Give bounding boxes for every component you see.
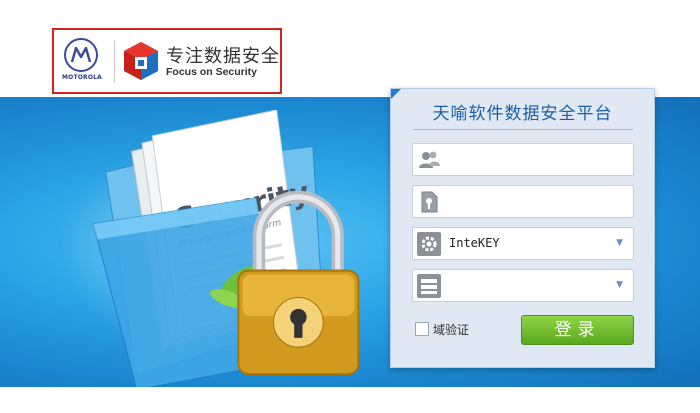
password-input[interactable] [447,191,627,213]
chevron-down-icon[interactable]: ▼ [616,238,623,248]
login-page: MOTOROLA 专注数据安全 Focus on Security Platfo… [0,0,700,413]
login-title: 天喻软件数据安全平台 [432,104,613,124]
panel-corner [391,89,401,99]
title-divider [413,129,633,130]
server-icon [417,274,441,298]
chevron-down-icon[interactable]: ▼ [616,280,623,290]
motorola-logo-icon [64,38,98,72]
username-field[interactable] [412,143,634,176]
security-illustration: Security Management Platform [92,110,360,391]
header: MOTOROLA 专注数据安全 Focus on Security [0,0,700,97]
login-button[interactable]: 登录 [521,315,634,345]
server-select[interactable]: ▼ [412,269,634,302]
gear-icon [417,232,441,256]
motorola-wordmark: MOTOROLA [61,74,103,81]
auth-method-value: InteKEY [449,236,500,250]
brand-title: 专注数据安全 [166,46,280,67]
footer [0,387,700,413]
brand-subtitle: Focus on Security [166,66,258,78]
domain-verify-label: 域验证 [433,323,470,337]
cube-logo-icon [122,40,160,82]
brand-box: MOTOROLA 专注数据安全 Focus on Security [52,28,282,94]
brand-divider [114,40,115,82]
username-input[interactable] [447,149,627,171]
password-field[interactable] [412,185,634,218]
login-panel: 天喻软件数据安全平台 InteKEY ▼ ▼ 域验证 登录 [390,88,655,368]
domain-verify-checkbox[interactable] [415,322,429,336]
key-document-icon [417,190,441,214]
auth-method-select[interactable]: InteKEY ▼ [412,227,634,260]
users-icon [417,148,441,172]
